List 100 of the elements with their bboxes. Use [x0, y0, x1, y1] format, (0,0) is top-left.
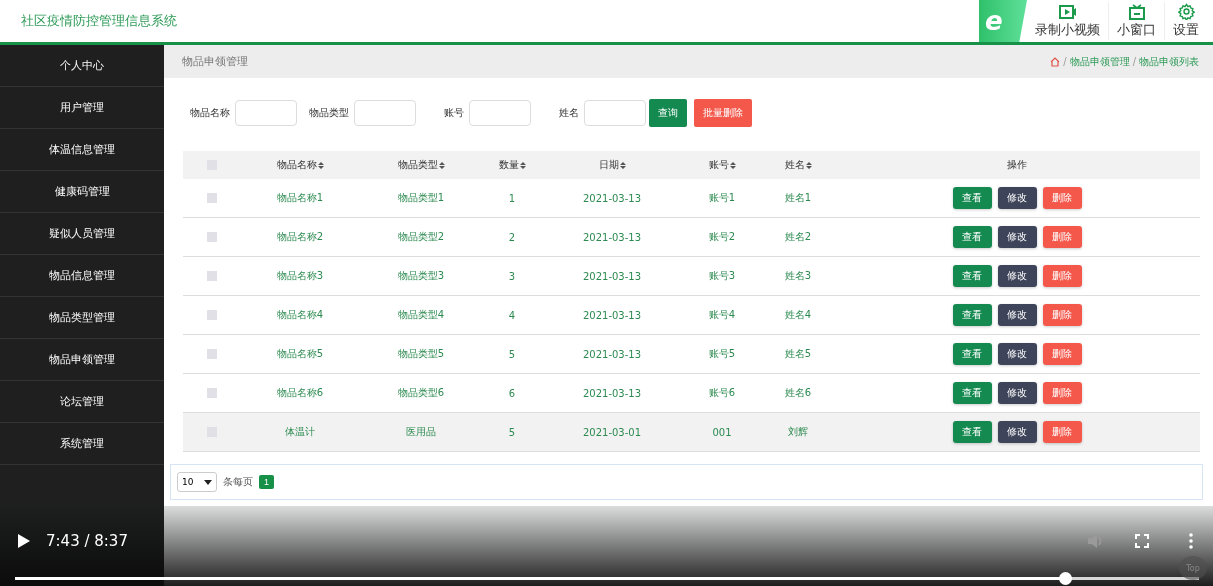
table-cell: 物品名称2: [276, 231, 324, 242]
table-cell: 账号6: [708, 387, 736, 398]
edit-button[interactable]: 修改: [997, 382, 1037, 404]
table-cell: 体温计: [285, 426, 315, 437]
edit-button[interactable]: 修改: [997, 304, 1037, 326]
column-header[interactable]: 账号: [708, 158, 729, 172]
table-cell: 账号3: [708, 270, 736, 281]
sort-icon[interactable]: [519, 161, 526, 169]
table-cell: 5: [508, 426, 516, 438]
table-cell: 4: [508, 309, 516, 321]
table-cell: 6: [508, 387, 516, 399]
table-cell: 001: [712, 426, 732, 438]
page-title: 物品申领管理: [182, 54, 248, 69]
view-button[interactable]: 查看: [952, 421, 992, 443]
sort-icon[interactable]: [805, 161, 812, 169]
table-cell: 账号2: [708, 231, 736, 242]
input-field[interactable]: [235, 100, 297, 126]
toolbar-button[interactable]: 录制小视频: [1027, 2, 1108, 40]
column-header: 操作: [1007, 158, 1027, 172]
edit-button[interactable]: 修改: [997, 421, 1037, 443]
home-icon[interactable]: [1050, 56, 1061, 67]
sort-icon[interactable]: [438, 161, 445, 169]
column-header[interactable]: 数量: [498, 158, 519, 172]
checkbox[interactable]: [206, 271, 217, 281]
per-page-label: 条每页: [223, 475, 253, 489]
view-button[interactable]: 查看: [952, 343, 992, 365]
breadcrumb-separator: /: [1063, 56, 1067, 67]
edit-button[interactable]: 修改: [997, 226, 1037, 248]
table-cell: 物品类型1: [397, 192, 445, 203]
table-cell: 姓名6: [784, 387, 812, 398]
table-cell: 2021-03-13: [582, 309, 642, 321]
column-header[interactable]: 日期: [598, 158, 619, 172]
toolbar-button[interactable]: 小窗口: [1108, 2, 1164, 40]
table-cell: 物品类型5: [397, 348, 445, 359]
table-cell: 2021-03-13: [582, 231, 642, 243]
edit-button[interactable]: 修改: [997, 265, 1037, 287]
view-button[interactable]: 查看: [952, 226, 992, 248]
edit-button[interactable]: 修改: [997, 187, 1037, 209]
table-cell: 3: [508, 270, 516, 282]
edit-button[interactable]: 修改: [997, 343, 1037, 365]
view-button[interactable]: 查看: [952, 187, 992, 209]
play-icon[interactable]: [17, 533, 31, 549]
breadcrumb-separator: /: [1132, 56, 1136, 67]
table-cell: 账号5: [708, 348, 736, 359]
caret-icon: [204, 479, 212, 485]
input-field[interactable]: [469, 100, 531, 126]
query-button[interactable]: 查询: [649, 99, 687, 127]
checkbox[interactable]: [206, 193, 217, 203]
sort-icon[interactable]: [619, 161, 626, 169]
logo-letter: e: [985, 8, 1003, 34]
page-button[interactable]: 1: [259, 475, 274, 489]
column-header[interactable]: 姓名: [784, 158, 805, 172]
table-cell: 物品名称5: [276, 348, 324, 359]
app-title: 社区疫情防控管理信息系统: [21, 12, 178, 30]
video-time: 7:43 / 8:37: [46, 532, 128, 550]
table-cell: 1: [508, 192, 516, 204]
table-cell: 姓名1: [784, 192, 812, 203]
table-cell: 物品类型6: [397, 387, 445, 398]
tv-icon: [1127, 3, 1146, 20]
table-cell: 2: [508, 231, 516, 243]
table-cell: 2021-03-13: [582, 192, 642, 204]
sort-icon[interactable]: [729, 161, 736, 169]
column-header[interactable]: 物品类型: [397, 158, 438, 172]
table-cell: 医用品: [406, 426, 436, 437]
table-cell: 2021-03-13: [582, 270, 642, 282]
settings-icon: [1177, 3, 1195, 20]
table-cell: 物品类型4: [397, 309, 445, 320]
table-cell: 5: [508, 348, 516, 360]
checkbox[interactable]: [206, 349, 217, 359]
input-field[interactable]: [584, 100, 646, 126]
table-cell: 姓名2: [784, 231, 812, 242]
table-cell: 物品类型3: [397, 270, 445, 281]
toolbar-button[interactable]: 设置: [1164, 2, 1207, 40]
table-cell: 2021-03-01: [582, 426, 642, 438]
table-cell: 物品名称1: [276, 192, 324, 203]
field-label: 物品类型: [309, 106, 349, 120]
checkbox[interactable]: [206, 310, 217, 320]
table-cell: 姓名3: [784, 270, 812, 281]
fullscreen-icon[interactable]: [1135, 534, 1149, 548]
table-cell: 账号4: [708, 309, 736, 320]
column-header[interactable]: 物品名称: [276, 158, 317, 172]
table-cell: 刘辉: [788, 426, 808, 437]
table-cell: 物品名称3: [276, 270, 324, 281]
field-label: 姓名: [559, 106, 579, 120]
field-label: 账号: [444, 106, 464, 120]
table-cell: 姓名5: [784, 348, 812, 359]
more-icon[interactable]: [1189, 533, 1193, 549]
table-cell: 账号1: [708, 192, 736, 203]
field-label: 物品名称: [190, 106, 230, 120]
table-cell: 2021-03-13: [582, 348, 642, 360]
page-size-select[interactable]: 10: [177, 472, 217, 492]
view-button[interactable]: 查看: [952, 304, 992, 326]
checkbox[interactable]: [206, 232, 217, 242]
checkbox[interactable]: [206, 388, 217, 398]
table-cell: 物品名称4: [276, 309, 324, 320]
view-button[interactable]: 查看: [952, 382, 992, 404]
sort-icon[interactable]: [317, 161, 324, 169]
view-button[interactable]: 查看: [952, 265, 992, 287]
input-field[interactable]: [354, 100, 416, 126]
seek-thumb[interactable]: [1059, 572, 1073, 585]
